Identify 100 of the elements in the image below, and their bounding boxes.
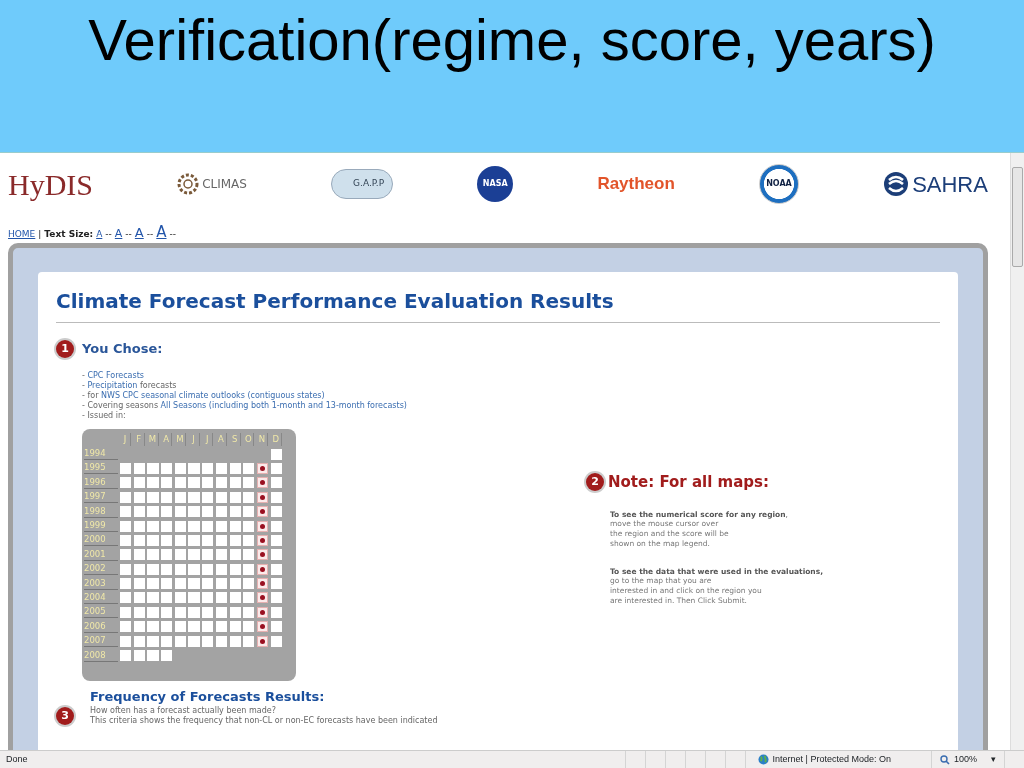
month-checkbox[interactable] — [215, 520, 227, 532]
month-checkbox[interactable] — [256, 491, 269, 503]
month-checkbox[interactable] — [215, 549, 227, 561]
month-checkbox[interactable] — [243, 578, 255, 590]
month-checkbox[interactable] — [147, 592, 159, 604]
month-checkbox[interactable] — [161, 621, 173, 633]
month-checkbox[interactable] — [270, 621, 282, 633]
month-checkbox[interactable] — [161, 491, 173, 503]
month-checkbox[interactable] — [174, 592, 186, 604]
month-checkbox[interactable] — [270, 578, 282, 590]
month-checkbox[interactable] — [270, 506, 282, 518]
month-checkbox[interactable] — [270, 448, 282, 460]
month-checkbox[interactable] — [256, 506, 269, 518]
month-checkbox[interactable] — [270, 462, 282, 474]
text-size-link[interactable]: A — [114, 226, 123, 243]
month-checkbox[interactable] — [133, 563, 145, 575]
month-checkbox[interactable] — [202, 534, 214, 546]
month-checkbox[interactable] — [270, 549, 282, 561]
month-checkbox[interactable] — [161, 606, 173, 618]
month-checkbox[interactable] — [229, 534, 241, 546]
month-checkbox[interactable] — [120, 635, 132, 647]
logo[interactable]: NASA — [477, 166, 514, 202]
month-checkbox[interactable] — [270, 477, 282, 489]
month-checkbox[interactable] — [161, 477, 173, 489]
month-checkbox[interactable] — [202, 462, 214, 474]
month-checkbox[interactable] — [243, 621, 255, 633]
month-checkbox[interactable] — [188, 462, 200, 474]
month-checkbox[interactable] — [256, 578, 269, 590]
month-checkbox[interactable] — [161, 592, 173, 604]
month-checkbox[interactable] — [202, 506, 214, 518]
month-checkbox[interactable] — [243, 534, 255, 546]
month-checkbox[interactable] — [243, 606, 255, 618]
month-checkbox[interactable] — [120, 477, 132, 489]
month-checkbox[interactable] — [133, 462, 145, 474]
month-checkbox[interactable] — [188, 592, 200, 604]
logo[interactable]: SAHRA — [883, 167, 988, 201]
month-checkbox[interactable] — [229, 462, 241, 474]
month-checkbox[interactable] — [256, 462, 269, 474]
month-checkbox[interactable] — [243, 549, 255, 561]
month-checkbox[interactable] — [229, 563, 241, 575]
month-checkbox[interactable] — [133, 578, 145, 590]
month-checkbox[interactable] — [270, 491, 282, 503]
logo[interactable]: G.A.P.P — [331, 169, 394, 199]
logo[interactable]: CLIMAS — [177, 173, 247, 195]
month-checkbox[interactable] — [270, 592, 282, 604]
month-checkbox[interactable] — [120, 491, 132, 503]
month-checkbox[interactable] — [133, 534, 145, 546]
month-checkbox[interactable] — [133, 635, 145, 647]
month-checkbox[interactable] — [147, 563, 159, 575]
month-checkbox[interactable] — [147, 578, 159, 590]
month-checkbox[interactable] — [174, 578, 186, 590]
month-checkbox[interactable] — [120, 592, 132, 604]
month-checkbox[interactable] — [243, 506, 255, 518]
month-checkbox[interactable] — [174, 549, 186, 561]
month-checkbox[interactable] — [174, 462, 186, 474]
caret-icon[interactable]: ▾ — [991, 752, 996, 767]
scroll-thumb[interactable] — [1012, 167, 1023, 267]
month-checkbox[interactable] — [256, 549, 269, 561]
month-checkbox[interactable] — [161, 520, 173, 532]
month-checkbox[interactable] — [202, 520, 214, 532]
month-checkbox[interactable] — [147, 462, 159, 474]
month-checkbox[interactable] — [229, 621, 241, 633]
month-checkbox[interactable] — [243, 635, 255, 647]
month-checkbox[interactable] — [256, 592, 269, 604]
month-checkbox[interactable] — [229, 635, 241, 647]
month-checkbox[interactable] — [202, 563, 214, 575]
month-checkbox[interactable] — [229, 606, 241, 618]
month-checkbox[interactable] — [215, 462, 227, 474]
month-checkbox[interactable] — [243, 520, 255, 532]
month-checkbox[interactable] — [270, 606, 282, 618]
month-checkbox[interactable] — [188, 520, 200, 532]
month-checkbox[interactable] — [202, 578, 214, 590]
month-checkbox[interactable] — [256, 635, 269, 647]
month-checkbox[interactable] — [120, 520, 132, 532]
month-checkbox[interactable] — [133, 549, 145, 561]
month-checkbox[interactable] — [133, 650, 145, 662]
month-checkbox[interactable] — [202, 477, 214, 489]
month-checkbox[interactable] — [243, 462, 255, 474]
month-checkbox[interactable] — [229, 549, 241, 561]
month-checkbox[interactable] — [256, 606, 269, 618]
month-checkbox[interactable] — [215, 477, 227, 489]
month-checkbox[interactable] — [243, 477, 255, 489]
month-checkbox[interactable] — [174, 506, 186, 518]
month-checkbox[interactable] — [188, 491, 200, 503]
month-checkbox[interactable] — [147, 650, 159, 662]
month-checkbox[interactable] — [229, 477, 241, 489]
month-checkbox[interactable] — [161, 650, 173, 662]
zoom-control[interactable]: 100% ▾ — [930, 751, 1004, 768]
month-checkbox[interactable] — [188, 578, 200, 590]
month-checkbox[interactable] — [229, 506, 241, 518]
logo[interactable]: NOAA — [759, 164, 799, 204]
month-checkbox[interactable] — [229, 578, 241, 590]
month-checkbox[interactable] — [120, 578, 132, 590]
month-checkbox[interactable] — [256, 477, 269, 489]
month-checkbox[interactable] — [215, 635, 227, 647]
month-checkbox[interactable] — [188, 477, 200, 489]
month-checkbox[interactable] — [174, 491, 186, 503]
month-checkbox[interactable] — [215, 506, 227, 518]
month-checkbox[interactable] — [120, 534, 132, 546]
month-checkbox[interactable] — [133, 606, 145, 618]
